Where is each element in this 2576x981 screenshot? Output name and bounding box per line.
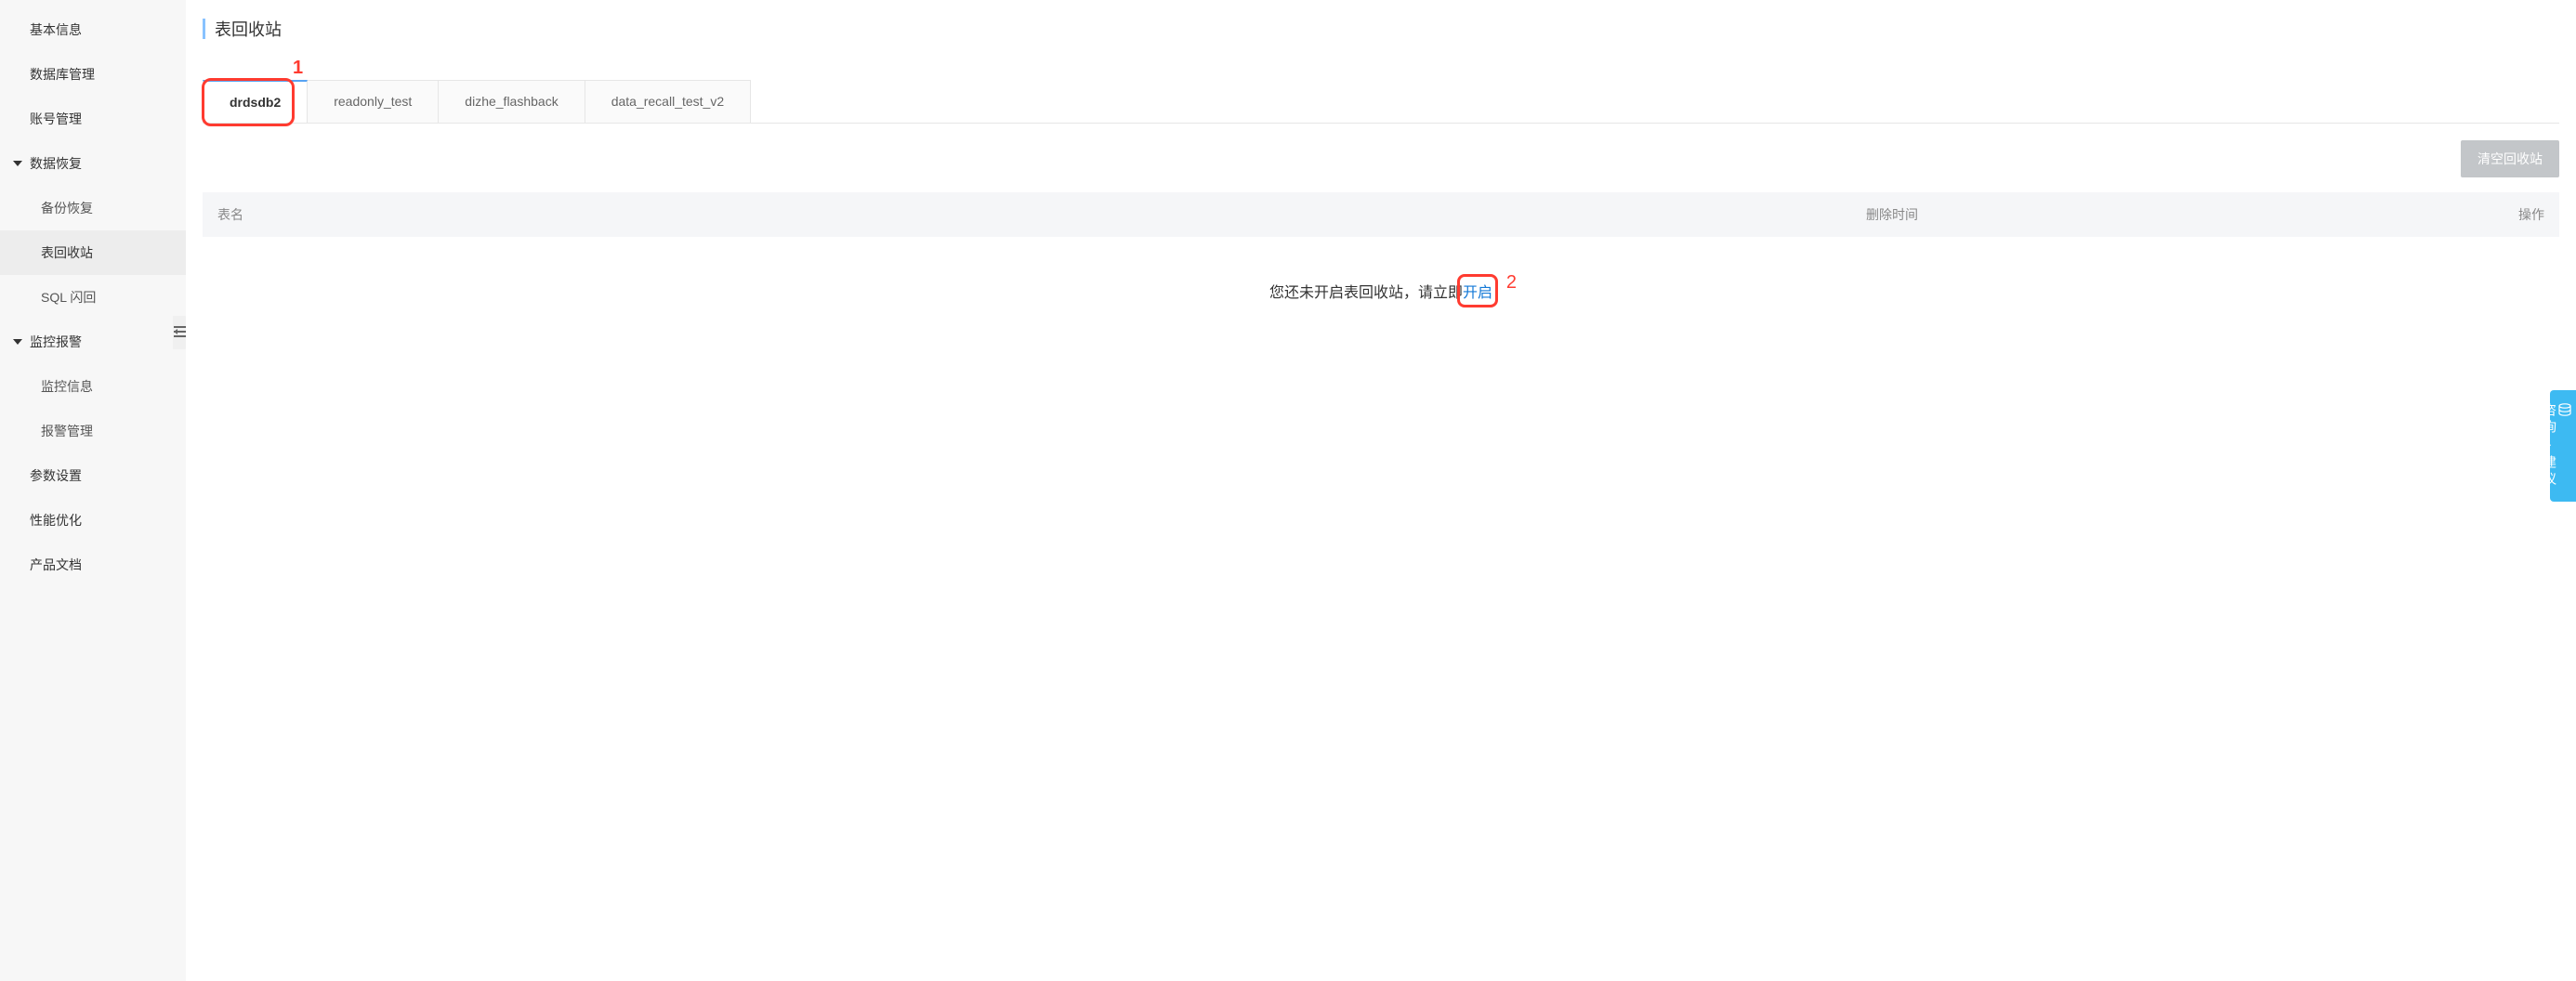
enable-link-label: 开启 (1463, 285, 1492, 301)
sidebar-item-label: 数据恢复 (30, 156, 82, 171)
sidebar-item-sql-flashback[interactable]: SQL 闪回 (0, 275, 186, 320)
sidebar-group-monitor-alarm[interactable]: 监控报警 (0, 320, 186, 364)
sidebar-item-database-manage[interactable]: 数据库管理 (0, 52, 186, 97)
tab-data-recall-test-v2[interactable]: data_recall_test_v2 (585, 80, 751, 123)
column-header-operation: 操作 (2470, 205, 2544, 224)
collapse-icon (174, 325, 187, 340)
sidebar-item-label: 账号管理 (30, 111, 82, 126)
sidebar-item-label: 参数设置 (30, 468, 82, 483)
annotation-number-2: 2 (1506, 272, 1517, 294)
sidebar-item-label: 备份恢复 (41, 201, 93, 216)
sidebar-item-label: SQL 闪回 (41, 290, 96, 305)
sidebar-item-monitor-info[interactable]: 监控信息 (0, 364, 186, 409)
feedback-tab[interactable]: 咨询·建议 (2550, 390, 2576, 502)
tab-dizhe-flashback[interactable]: dizhe_flashback (438, 80, 585, 123)
tab-label: dizhe_flashback (465, 94, 558, 109)
database-icon (2559, 403, 2572, 416)
sidebar-group-data-recovery[interactable]: 数据恢复 (0, 141, 186, 186)
empty-state: 您还未开启表回收站，请立即 开启 2 (203, 237, 2559, 311)
sidebar-item-label: 数据库管理 (30, 67, 95, 82)
chevron-down-icon (13, 339, 22, 345)
feedback-label: 咨询·建议 (2543, 403, 2557, 489)
sidebar-item-label: 监控信息 (41, 379, 93, 394)
sidebar-item-account-manage[interactable]: 账号管理 (0, 97, 186, 141)
sidebar-item-param-settings[interactable]: 参数设置 (0, 453, 186, 498)
annotation-number-1: 1 (293, 58, 303, 79)
page-title: 表回收站 (215, 17, 282, 41)
chevron-down-icon (13, 161, 22, 166)
database-tabs: drdsdb2 1 readonly_test dizhe_flashback … (203, 80, 2559, 124)
tab-label: drdsdb2 (230, 95, 281, 110)
sidebar-item-alarm-manage[interactable]: 报警管理 (0, 409, 186, 453)
clear-recycle-button[interactable]: 清空回收站 (2461, 140, 2559, 177)
page-header-accent (203, 19, 205, 39)
column-header-delete-time: 删除时间 (1866, 205, 2470, 224)
tab-label: data_recall_test_v2 (611, 94, 724, 109)
tab-label: readonly_test (334, 94, 412, 109)
sidebar-item-basic-info[interactable]: 基本信息 (0, 7, 186, 52)
sidebar-item-label: 性能优化 (30, 513, 82, 528)
enable-link[interactable]: 开启 2 (1463, 280, 1492, 302)
sidebar-item-label: 产品文档 (30, 557, 82, 572)
actions-row: 清空回收站 (203, 140, 2559, 177)
table-header: 表名 删除时间 操作 (203, 192, 2559, 237)
sidebar-item-label: 表回收站 (41, 245, 93, 260)
sidebar-item-performance[interactable]: 性能优化 (0, 498, 186, 543)
column-header-name: 表名 (217, 205, 1866, 224)
empty-text: 您还未开启表回收站，请立即 (1269, 285, 1463, 301)
sidebar-item-label: 监控报警 (30, 334, 82, 349)
tab-drdsdb2[interactable]: drdsdb2 1 (203, 80, 308, 123)
sidebar-item-label: 基本信息 (30, 22, 82, 37)
sidebar-item-product-docs[interactable]: 产品文档 (0, 543, 186, 587)
sidebar-item-table-recycle[interactable]: 表回收站 (0, 230, 186, 275)
sidebar-item-label: 报警管理 (41, 424, 93, 438)
sidebar-item-backup-recovery[interactable]: 备份恢复 (0, 186, 186, 230)
tab-readonly-test[interactable]: readonly_test (307, 80, 439, 123)
page-header: 表回收站 (203, 17, 2559, 41)
main-content: 表回收站 drdsdb2 1 readonly_test dizhe_flash… (186, 0, 2576, 981)
sidebar: 基本信息 数据库管理 账号管理 数据恢复 备份恢复 表回收站 SQL 闪回 监控… (0, 0, 186, 981)
